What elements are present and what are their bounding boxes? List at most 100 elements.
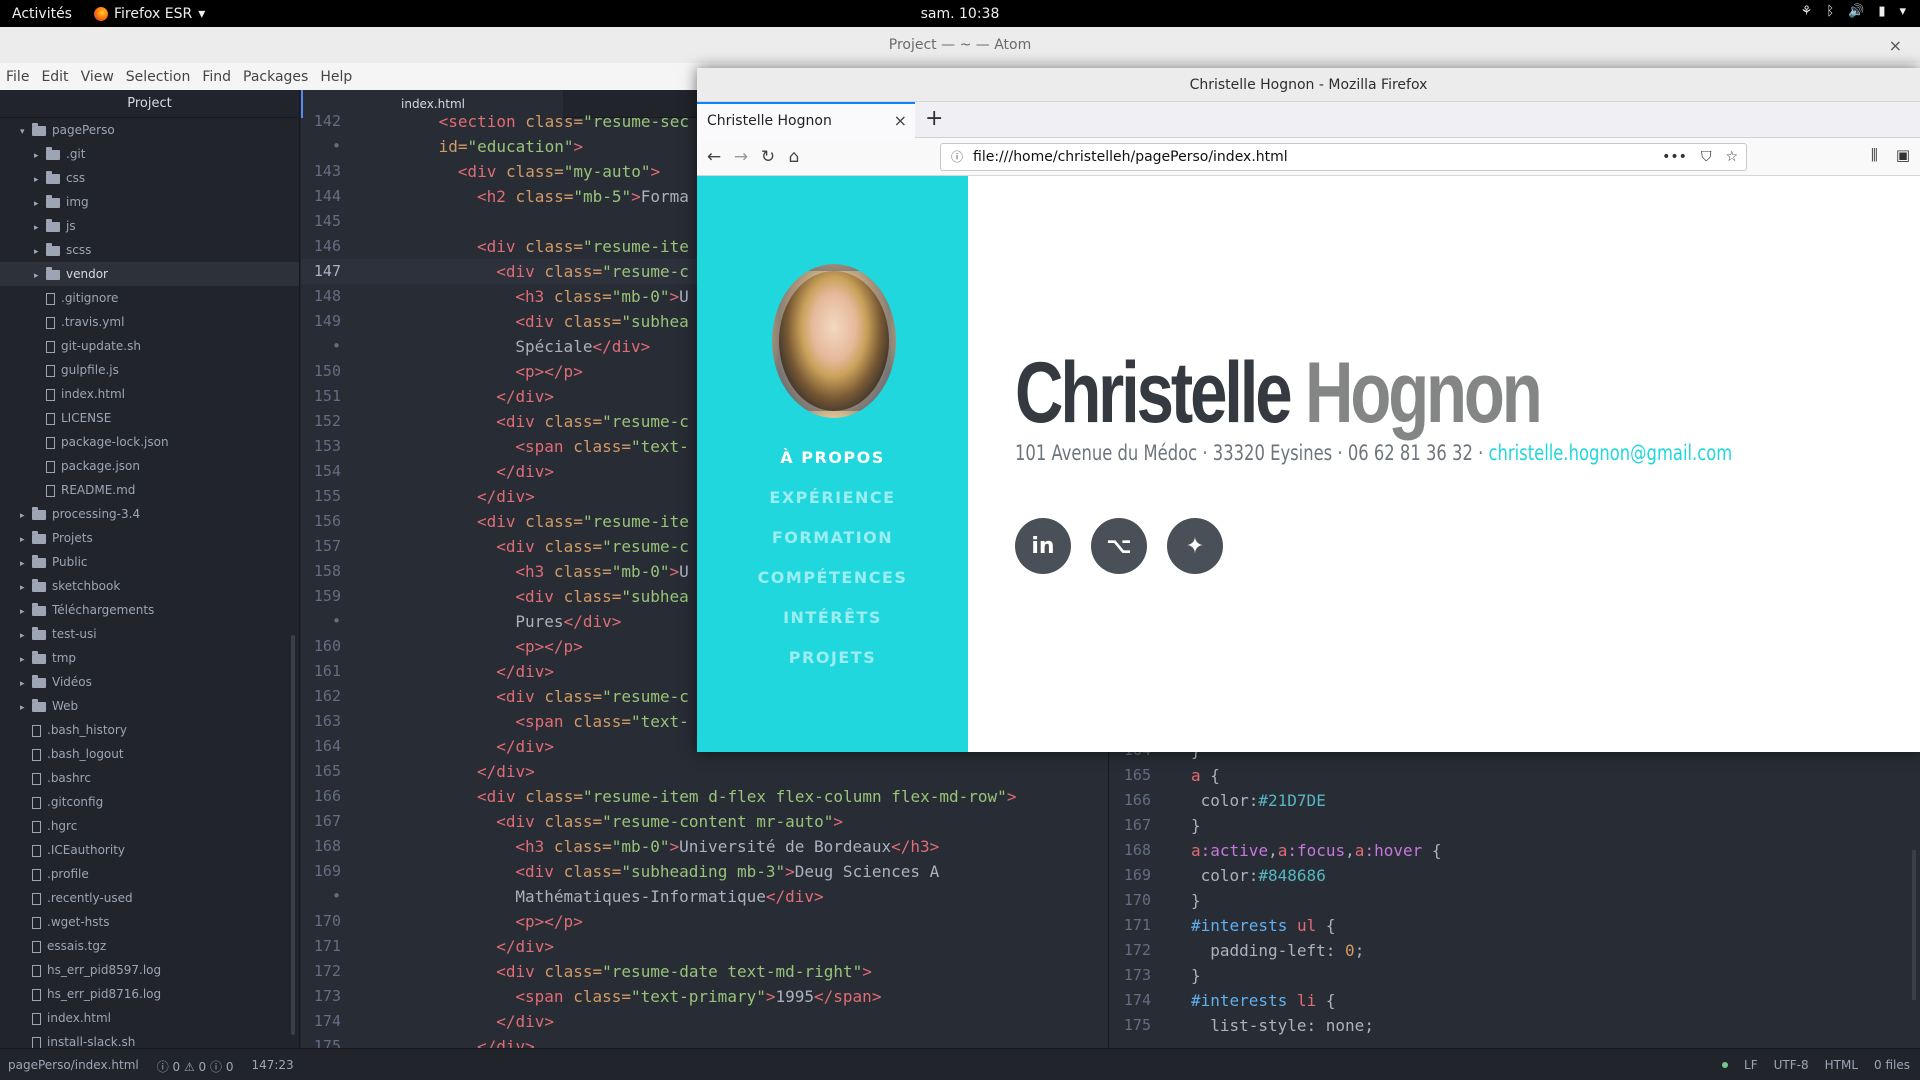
code-line[interactable]: 169 color:#848686	[1109, 863, 1920, 888]
chevron-right-icon[interactable]: ▸	[20, 552, 32, 576]
chevron-right-icon[interactable]: ▸	[34, 192, 46, 216]
tree-folder[interactable]: ▸ vendor	[0, 262, 299, 286]
tree-file[interactable]: index.html	[0, 382, 299, 406]
tree-file[interactable]: essais.tgz	[0, 934, 299, 958]
bookmark-star-icon[interactable]: ☆	[1725, 144, 1738, 170]
system-tray[interactable]: ⚘ ᛒ 🔊 ▮ ▾	[1801, 4, 1906, 19]
tree-file[interactable]: README.md	[0, 478, 299, 502]
page-nav-item[interactable]: EXPÉRIENCE	[697, 478, 968, 518]
tree-file[interactable]: gulpfile.js	[0, 358, 299, 382]
back-icon[interactable]: ←	[701, 144, 727, 170]
home-icon[interactable]: ⌂	[781, 144, 807, 170]
menu-edit[interactable]: Edit	[41, 69, 68, 85]
battery-icon[interactable]: ▮	[1878, 4, 1885, 19]
volume-icon[interactable]: 🔊	[1848, 4, 1864, 19]
email-link[interactable]: christelle.hognon@gmail.com	[1488, 441, 1732, 465]
page-nav-item[interactable]: FORMATION	[697, 518, 968, 558]
tree-folder[interactable]: ▸ processing-3.4	[0, 502, 299, 526]
status-grammar[interactable]: HTML	[1825, 1058, 1858, 1072]
tree-folder[interactable]: ▸ js	[0, 214, 299, 238]
sidebar-icon[interactable]: ▣	[1896, 146, 1910, 164]
page-nav-item[interactable]: COMPÉTENCES	[697, 558, 968, 598]
menu-file[interactable]: File	[6, 69, 29, 85]
code-line[interactable]: 174 #interests li {	[1109, 988, 1920, 1013]
code-line[interactable]: 167}	[1109, 813, 1920, 838]
editor-pane-css[interactable]: 164}165a {166color:#21D7DE167}168a:activ…	[1108, 740, 1920, 1048]
status-diagnostics[interactable]: ⓘ 0 ⚠ 0 ⓘ 0	[157, 1058, 234, 1075]
accessibility-icon[interactable]: ⚘	[1801, 4, 1813, 19]
chevron-right-icon[interactable]: ▸	[34, 264, 46, 288]
menu-selection[interactable]: Selection	[126, 69, 191, 85]
editor-scrollbar[interactable]	[1912, 850, 1916, 1000]
tree-folder[interactable]: ▸ Téléchargements	[0, 598, 299, 622]
page-nav-item[interactable]: PROJETS	[697, 638, 968, 678]
menu-find[interactable]: Find	[202, 69, 231, 85]
library-icon[interactable]: ⫼	[1871, 146, 1878, 164]
tree-file[interactable]: package.json	[0, 454, 299, 478]
chevron-right-icon[interactable]: ▸	[20, 504, 32, 528]
tree-file[interactable]: package-lock.json	[0, 430, 299, 454]
url-text[interactable]: file:///home/christelleh/pagePerso/index…	[973, 149, 1288, 165]
menu-packages[interactable]: Packages	[243, 69, 308, 85]
chevron-right-icon[interactable]: ▸	[20, 672, 32, 696]
page-actions-icon[interactable]: •••	[1662, 144, 1687, 170]
tree-file[interactable]: .bash_logout	[0, 742, 299, 766]
tree-folder[interactable]: ▸ Public	[0, 550, 299, 574]
clock[interactable]: sam. 10:38	[0, 6, 1920, 22]
tree-folder[interactable]: ▸ scss	[0, 238, 299, 262]
chevron-right-icon[interactable]: ▸	[20, 600, 32, 624]
forward-icon[interactable]: →	[728, 144, 754, 170]
app-menu[interactable]: Firefox ESR ▾	[93, 6, 205, 22]
tree-file[interactable]: .bashrc	[0, 766, 299, 790]
tree-folder[interactable]: ▸ tmp	[0, 646, 299, 670]
tree-file[interactable]: .bash_history	[0, 718, 299, 742]
tree-file[interactable]: index.html	[0, 1006, 299, 1030]
status-file-path[interactable]: pagePerso/index.html	[8, 1058, 139, 1075]
status-cursor-position[interactable]: 147:23	[251, 1058, 293, 1075]
page-nav-item[interactable]: INTÉRÊTS	[697, 598, 968, 638]
tree-folder[interactable]: ▸ Web	[0, 694, 299, 718]
close-tab-icon[interactable]: ×	[894, 104, 907, 138]
chevron-right-icon[interactable]: ▸	[20, 624, 32, 648]
tree-file[interactable]: hs_err_pid8597.log	[0, 958, 299, 982]
pocket-icon[interactable]: ⛉	[1701, 144, 1712, 170]
tree-file[interactable]: .gitconfig	[0, 790, 299, 814]
code-line[interactable]: 172 padding-left: 0;	[1109, 938, 1920, 963]
chevron-down-icon[interactable]: ▾	[20, 120, 32, 144]
page-nav-item[interactable]: À PROPOS	[697, 438, 968, 478]
tree-file[interactable]: .ICEauthority	[0, 838, 299, 862]
code-line[interactable]: 168 a:active,a:focus,a:hover {	[1109, 838, 1920, 863]
status-line-ending[interactable]: LF	[1744, 1058, 1758, 1072]
tree-scrollbar[interactable]	[291, 635, 295, 1035]
tree-file[interactable]: LICENSE	[0, 406, 299, 430]
tree-file[interactable]: .recently-used	[0, 886, 299, 910]
tree-file[interactable]: .travis.yml	[0, 310, 299, 334]
chevron-down-icon[interactable]: ▾	[1899, 4, 1906, 19]
tree-folder[interactable]: ▸ Vidéos	[0, 670, 299, 694]
code-editor[interactable]: 164}165a {166color:#21D7DE167}168a:activ…	[1109, 740, 1920, 1038]
tree-file[interactable]: hs_err_pid8716.log	[0, 982, 299, 1006]
chevron-right-icon[interactable]: ▸	[20, 576, 32, 600]
close-icon[interactable]: ×	[1889, 36, 1902, 55]
activities-button[interactable]: Activités	[12, 6, 72, 22]
tree-folder[interactable]: ▸ .git	[0, 142, 299, 166]
info-icon[interactable]: ⓘ	[951, 144, 963, 170]
tree-folder[interactable]: ▸ css	[0, 166, 299, 190]
code-line[interactable]: 173}	[1109, 963, 1920, 988]
reload-icon[interactable]: ↻	[755, 144, 781, 170]
chevron-right-icon[interactable]: ▸	[20, 648, 32, 672]
tree-folder[interactable]: ▸ sketchbook	[0, 574, 299, 598]
code-line[interactable]: 175 list-style: none;	[1109, 1013, 1920, 1038]
linkedin-icon[interactable]: in	[1015, 518, 1071, 574]
status-files[interactable]: 0 files	[1874, 1058, 1910, 1072]
menu-view[interactable]: View	[81, 69, 114, 85]
code-line[interactable]: 165 a {	[1109, 763, 1920, 788]
tree-file[interactable]: .hgrc	[0, 814, 299, 838]
tree-folder[interactable]: ▸ Projets	[0, 526, 299, 550]
twitter-icon[interactable]: ✦	[1167, 518, 1223, 574]
chevron-right-icon[interactable]: ▸	[20, 528, 32, 552]
github-icon[interactable]: ⌥	[1091, 518, 1147, 574]
chevron-right-icon[interactable]: ▸	[34, 216, 46, 240]
tree-folder[interactable]: ▾ pagePerso	[0, 118, 299, 142]
bluetooth-icon[interactable]: ᛒ	[1826, 4, 1834, 19]
